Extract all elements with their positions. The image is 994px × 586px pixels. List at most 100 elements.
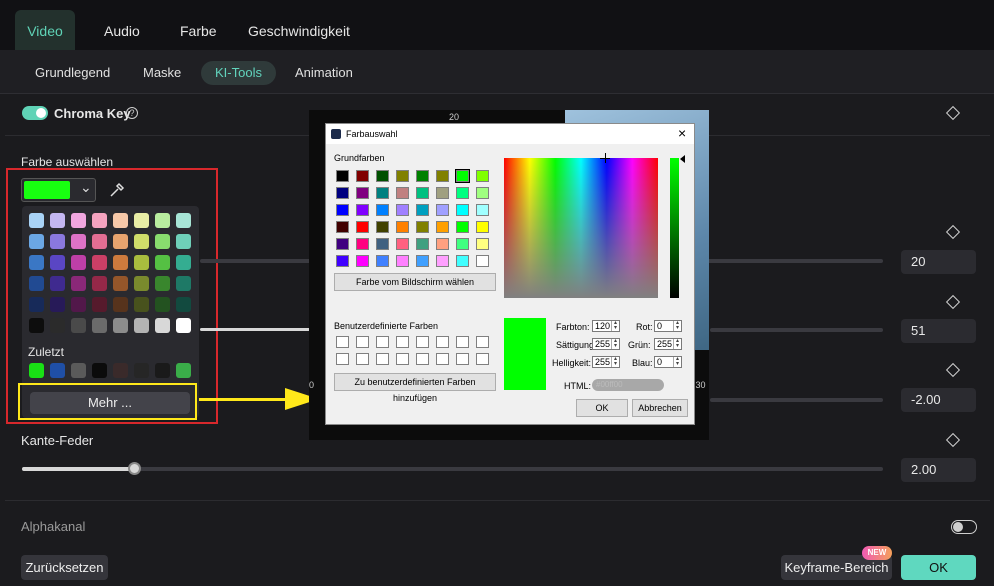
basic-color-swatch[interactable] <box>476 170 489 182</box>
add-custom-color-button[interactable]: Zu benutzerdefinierten Farben hinzufügen <box>334 373 496 403</box>
value-field[interactable]: 51 <box>901 319 976 343</box>
basic-color-swatch[interactable] <box>436 187 449 199</box>
palette-swatch[interactable] <box>29 255 44 270</box>
palette-swatch[interactable] <box>71 297 86 312</box>
eyedropper-icon[interactable] <box>108 181 126 199</box>
recent-swatch[interactable] <box>176 363 191 378</box>
slider-track[interactable] <box>710 398 883 402</box>
keyframe-diamond-icon[interactable] <box>945 432 961 448</box>
palette-swatch[interactable] <box>50 234 65 249</box>
palette-swatch[interactable] <box>29 297 44 312</box>
basic-color-swatch[interactable] <box>476 221 489 233</box>
palette-swatch[interactable] <box>71 276 86 291</box>
palette-swatch[interactable] <box>176 276 191 291</box>
tab-farbe[interactable]: Farbe <box>180 10 217 50</box>
basic-color-swatch[interactable] <box>356 238 369 250</box>
custom-color-swatch[interactable] <box>416 353 429 365</box>
custom-color-swatch[interactable] <box>396 336 409 348</box>
custom-color-swatch[interactable] <box>376 353 389 365</box>
palette-swatch[interactable] <box>71 213 86 228</box>
basic-color-swatch[interactable] <box>376 238 389 250</box>
keyframe-diamond-icon[interactable] <box>945 105 961 121</box>
ok-button-main[interactable]: OK <box>901 555 976 580</box>
color-dropdown[interactable]: ⌄ <box>21 178 96 202</box>
basic-color-swatch[interactable] <box>356 255 369 267</box>
palette-swatch[interactable] <box>71 318 86 333</box>
palette-swatch[interactable] <box>134 213 149 228</box>
palette-swatch[interactable] <box>113 297 128 312</box>
custom-color-swatch[interactable] <box>416 336 429 348</box>
palette-swatch[interactable] <box>92 318 107 333</box>
palette-swatch[interactable] <box>176 213 191 228</box>
palette-swatch[interactable] <box>50 297 65 312</box>
palette-swatch[interactable] <box>176 255 191 270</box>
palette-swatch[interactable] <box>92 276 107 291</box>
basic-color-swatch[interactable] <box>396 255 409 267</box>
recent-swatch[interactable] <box>29 363 44 378</box>
palette-swatch[interactable] <box>113 234 128 249</box>
recent-swatch[interactable] <box>134 363 149 378</box>
helligkeit-input[interactable]: 255 ▴ ▾ <box>592 356 620 368</box>
recent-swatch[interactable] <box>92 363 107 378</box>
basic-color-swatch[interactable] <box>396 187 409 199</box>
basic-color-swatch[interactable] <box>336 255 349 267</box>
alphakanal-toggle[interactable] <box>951 520 977 534</box>
basic-color-swatch[interactable] <box>416 255 429 267</box>
palette-swatch[interactable] <box>155 255 170 270</box>
recent-swatch[interactable] <box>50 363 65 378</box>
custom-color-swatch[interactable] <box>476 336 489 348</box>
custom-color-swatch[interactable] <box>456 336 469 348</box>
basic-color-swatch[interactable] <box>396 238 409 250</box>
palette-swatch[interactable] <box>71 255 86 270</box>
palette-swatch[interactable] <box>50 276 65 291</box>
subtab-animation[interactable]: Animation <box>295 61 353 85</box>
palette-swatch[interactable] <box>29 213 44 228</box>
basic-color-swatch[interactable] <box>356 187 369 199</box>
custom-color-swatch[interactable] <box>336 353 349 365</box>
palette-swatch[interactable] <box>134 318 149 333</box>
ok-button[interactable]: OK <box>576 399 628 417</box>
recent-swatch[interactable] <box>71 363 86 378</box>
palette-swatch[interactable] <box>155 276 170 291</box>
palette-swatch[interactable] <box>92 234 107 249</box>
value-field[interactable]: -2.00 <box>901 388 976 412</box>
palette-swatch[interactable] <box>155 318 170 333</box>
custom-color-swatch[interactable] <box>456 353 469 365</box>
custom-color-swatch[interactable] <box>476 353 489 365</box>
tab-audio[interactable]: Audio <box>104 10 140 50</box>
palette-swatch[interactable] <box>176 234 191 249</box>
palette-swatch[interactable] <box>50 255 65 270</box>
basic-color-swatch[interactable] <box>396 204 409 216</box>
palette-swatch[interactable] <box>29 234 44 249</box>
palette-swatch[interactable] <box>29 276 44 291</box>
palette-swatch[interactable] <box>92 255 107 270</box>
palette-swatch[interactable] <box>155 234 170 249</box>
basic-color-swatch[interactable] <box>436 204 449 216</box>
palette-swatch[interactable] <box>134 297 149 312</box>
custom-color-swatch[interactable] <box>336 336 349 348</box>
palette-swatch[interactable] <box>71 234 86 249</box>
basic-color-swatch[interactable] <box>416 204 429 216</box>
tab-video[interactable]: Video <box>15 10 75 50</box>
keyframe-diamond-icon[interactable] <box>945 362 961 378</box>
palette-swatch[interactable] <box>92 213 107 228</box>
basic-color-swatch[interactable] <box>376 204 389 216</box>
basic-color-swatch[interactable] <box>396 170 409 182</box>
basic-color-swatch[interactable] <box>336 170 349 182</box>
kante-feder-value[interactable]: 2.00 <box>901 458 976 482</box>
rot-input[interactable]: 0 ▴ ▾ <box>654 320 682 332</box>
keyframe-diamond-icon[interactable] <box>945 294 961 310</box>
basic-color-swatch[interactable] <box>416 238 429 250</box>
palette-swatch[interactable] <box>134 234 149 249</box>
farbton-input[interactable]: 120 ▴ ▾ <box>592 320 620 332</box>
palette-swatch[interactable] <box>29 318 44 333</box>
basic-color-swatch[interactable] <box>476 187 489 199</box>
basic-color-swatch[interactable] <box>336 187 349 199</box>
basic-color-swatch[interactable] <box>456 204 469 216</box>
palette-swatch[interactable] <box>92 297 107 312</box>
subtab-maske[interactable]: Maske <box>143 61 181 85</box>
kante-feder-slider[interactable] <box>22 462 883 475</box>
basic-color-swatch[interactable] <box>436 238 449 250</box>
subtab-grundlegend[interactable]: Grundlegend <box>35 61 110 85</box>
basic-color-swatch[interactable] <box>456 238 469 250</box>
